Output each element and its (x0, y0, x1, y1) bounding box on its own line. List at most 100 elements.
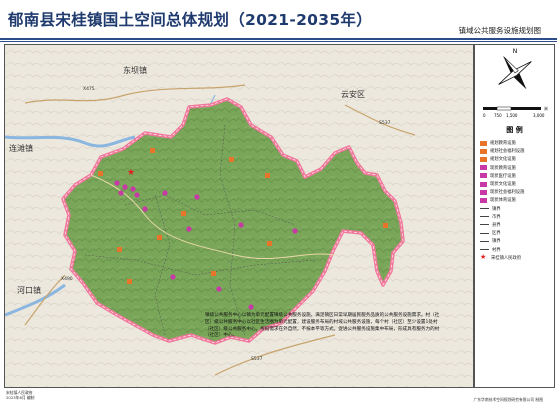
planned-facility-marker[interactable] (98, 171, 103, 176)
north-label: N (513, 48, 518, 55)
footer-credit: 广东华南技术空间规划研究有限公司 制图 (473, 397, 543, 402)
legend-item: 区界 (480, 229, 524, 237)
existing-facility-marker[interactable] (118, 190, 124, 196)
existing-facility-marker[interactable] (170, 274, 176, 280)
legend-label: 现状体育设施 (490, 198, 516, 204)
legend-panel: N 0 750 1,500 3,000 米 图 例 规划教育设施规划社会福利设施… (474, 44, 555, 388)
planned-facility-marker[interactable] (267, 241, 272, 246)
title-rule (0, 38, 557, 40)
existing-facility-marker[interactable] (134, 192, 140, 198)
planned-facility-marker[interactable] (211, 271, 216, 276)
legend-swatch (480, 173, 487, 179)
scale-tick: 0 (483, 113, 486, 118)
scale-bar: 0 750 1,500 3,000 米 (481, 105, 549, 125)
legend-item: 现状医疗设施 (480, 172, 524, 180)
existing-facility-marker[interactable] (162, 190, 168, 196)
legend-item: 现状社会福利设施 (480, 188, 524, 196)
town-government-star[interactable]: ★ (127, 168, 135, 178)
legend-item: 镇界 (480, 205, 524, 213)
legend-item: 现状教育设施 (480, 164, 524, 172)
existing-facility-marker[interactable] (194, 194, 200, 200)
legend-item: 县界 (480, 221, 524, 229)
legend-label: 县界 (492, 222, 501, 228)
map-subtitle: 镇域公共服务设施规划图 (458, 26, 542, 35)
legend-item: 镇界 (480, 237, 524, 245)
legend-line-symbol (480, 240, 489, 242)
place-hekou: 河口镇 (17, 286, 41, 295)
scale-tick: 3,000 (533, 113, 545, 118)
legend-label: 现状文化设施 (490, 182, 516, 188)
scale-tick: 750 (494, 113, 502, 118)
north-arrow-icon: N (498, 48, 532, 90)
footer-date: 2023年6月 编制 (6, 395, 35, 400)
planned-facility-marker[interactable] (229, 157, 234, 162)
legend-label: 村界 (492, 247, 501, 253)
legend-item: 市界 (480, 213, 524, 221)
existing-facility-marker[interactable] (130, 186, 136, 192)
road-label-s537-south: S537 (251, 357, 263, 362)
planned-facility-marker[interactable] (383, 223, 388, 228)
legend-swatch (480, 165, 487, 171)
legend-line-symbol (480, 208, 489, 210)
place-lianjiang: 连滩镇 (9, 144, 33, 153)
legend-label: 宋桂镇人民政府 (491, 255, 522, 261)
road-label-s537: S537 (379, 121, 391, 126)
planned-facility-marker[interactable] (117, 247, 122, 252)
legend-label: 规划教育设施 (490, 141, 516, 147)
existing-facility-marker[interactable] (186, 226, 192, 232)
footer-left: 宋桂镇人民政府 2023年6月 编制 (6, 390, 34, 400)
legend-label: 镇界 (492, 239, 501, 245)
legend-item: 村界 (480, 245, 524, 253)
star-icon: ★ (480, 253, 487, 262)
planned-facility-marker[interactable] (157, 235, 162, 240)
planned-facility-marker[interactable] (181, 211, 186, 216)
legend-label: 规划社会福利设施 (490, 149, 525, 155)
existing-facility-marker[interactable] (292, 228, 298, 234)
legend-line-symbol (480, 216, 489, 218)
legend-swatch (480, 197, 487, 203)
existing-facility-marker[interactable] (248, 304, 254, 310)
place-dongba: 东坝镇 (123, 66, 147, 75)
legend-label: 现状社会福利设施 (490, 190, 525, 196)
legend-list: 规划教育设施 规划社会福利设施 规划文化设施 现状教育设施 现状医疗设施 现状文化设施 现状… (480, 139, 524, 262)
page-title: 郁南县宋桂镇国土空间总体规划（2021-2035年） (8, 11, 373, 29)
legend-item: ★ 宋桂镇人民政府 (480, 254, 524, 262)
existing-facility-marker[interactable] (122, 184, 128, 190)
legend-swatch (480, 181, 487, 187)
legend-title: 图 例 (506, 126, 523, 134)
legend-swatch (480, 156, 487, 162)
existing-facility-marker[interactable] (142, 206, 148, 212)
legend-swatch (480, 140, 487, 146)
scale-tick: 1,500 (506, 113, 518, 118)
existing-facility-marker[interactable] (216, 286, 222, 292)
existing-facility-marker[interactable] (114, 180, 120, 186)
legend-item: 现状体育设施 (480, 196, 524, 204)
legend-line-symbol (480, 232, 489, 234)
legend-item: 规划教育设施 (480, 139, 524, 147)
planned-facility-marker[interactable] (265, 173, 270, 178)
legend-label: 市界 (492, 214, 501, 220)
legend-line-symbol (480, 224, 489, 226)
road-label-x490: X490 (61, 277, 73, 282)
existing-facility-marker[interactable] (238, 222, 244, 228)
scale-unit: 米 (544, 105, 548, 111)
planned-facility-marker[interactable] (127, 279, 132, 284)
legend-label: 镇界 (492, 206, 501, 212)
scale-bar-graphic: 0 750 1,500 3,000 米 (483, 105, 548, 118)
legend-item: 规划社会福利设施 (480, 147, 524, 155)
title-rule-thin (0, 41, 557, 42)
legend-item: 现状文化设施 (480, 180, 524, 188)
legend-line-symbol (480, 249, 489, 251)
planned-facility-marker[interactable] (150, 148, 155, 153)
legend-label: 现状医疗设施 (490, 173, 516, 179)
legend-swatch (480, 148, 487, 154)
map-frame[interactable]: ★ 东坝镇 云安区 连滩镇 河口镇 X475 S537 X490 S537 镇级… (4, 44, 474, 388)
legend-label: 现状教育设施 (490, 165, 516, 171)
road-label-x475: X475 (83, 87, 95, 92)
planning-note: 镇级公共服务中心以镇为单元配置镇级公共服务设施，满足镇区日常早期居民服务品质的公… (205, 313, 440, 339)
legend-label: 区界 (492, 231, 501, 237)
legend-label: 规划文化设施 (490, 157, 516, 163)
legend-item: 规划文化设施 (480, 155, 524, 163)
legend-swatch (480, 189, 487, 195)
place-yunan-district: 云安区 (341, 90, 365, 99)
